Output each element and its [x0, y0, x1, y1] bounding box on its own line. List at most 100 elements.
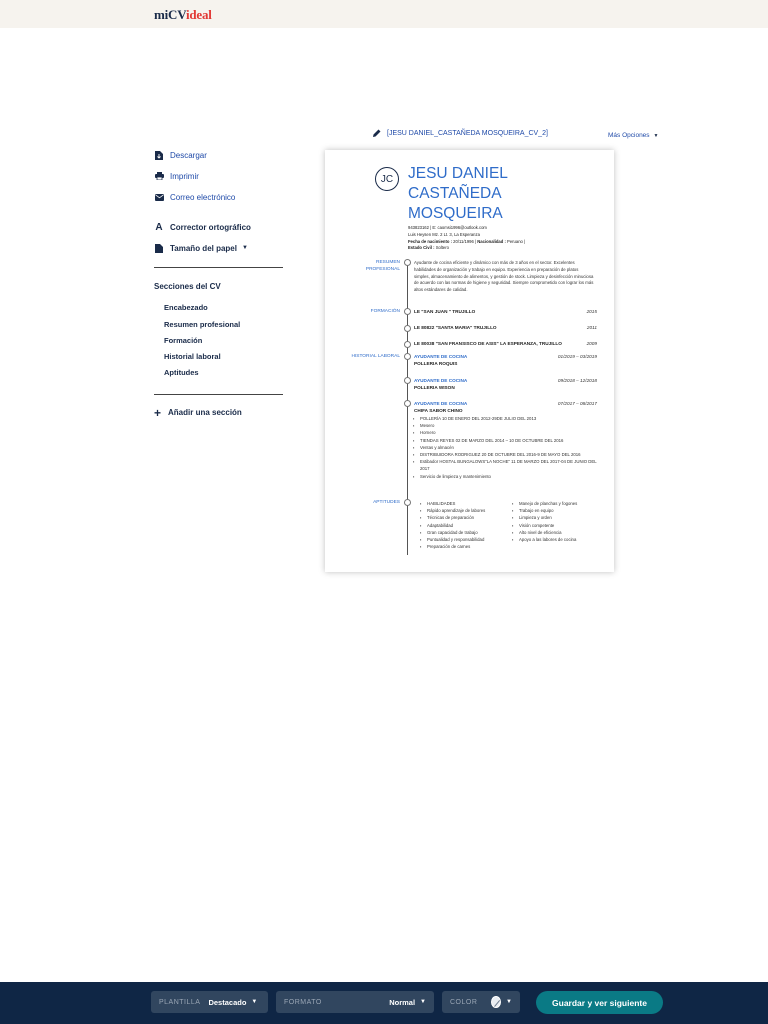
color-label: COLOR — [450, 998, 478, 1006]
timeline-dot — [404, 341, 411, 348]
job-dates: 01/2019 – 03/2019 — [557, 354, 597, 359]
chevron-down-icon: ▼ — [420, 999, 426, 1005]
print-label: Imprimir — [170, 171, 199, 181]
education-title: LE 80038 "SAN FRANSISCO DE ASIS" LA ESPE… — [414, 341, 562, 346]
color-select[interactable]: COLOR ▼ — [442, 991, 520, 1013]
plus-icon: + — [154, 405, 162, 420]
section-link-header[interactable]: Encabezado — [164, 303, 208, 312]
list-item: HABILIDADES — [427, 500, 517, 507]
list-item: Servicio de limpieza y mantenimiento — [420, 473, 598, 480]
timeline-dot — [404, 353, 411, 360]
chevron-down-icon: ▼ — [241, 245, 248, 251]
job-company: POLLERIA ROQUIS — [414, 361, 458, 366]
printer-icon — [154, 171, 164, 181]
template-select[interactable]: PLANTILLA Destacado ▼ — [151, 991, 268, 1013]
section-link-summary[interactable]: Resumen profesional — [164, 320, 240, 329]
cv-preview[interactable]: JC JESU DANIEL CASTAÑEDA MOSQUEIRA 94382… — [325, 150, 614, 572]
job-company: POLLERIA WISON — [414, 385, 455, 390]
pencil-icon — [373, 129, 381, 137]
job-dates: 09/2018 – 12/2018 — [557, 378, 597, 383]
cv-monogram: JC — [375, 167, 399, 191]
list-item: Limpieza y orden — [519, 514, 609, 521]
paper-size-label: Tamaño del papel — [170, 243, 237, 253]
list-item: Preparación de carnes — [427, 543, 517, 550]
format-label: FORMATO — [284, 998, 322, 1006]
add-section-button[interactable]: + Añadir una sección — [154, 405, 242, 420]
timeline-dot — [404, 325, 411, 332]
job-title: AYUDANTE DE COCINA — [414, 401, 468, 406]
cv-label-summary: RESUMEN PROFESIONAL — [365, 260, 400, 272]
list-item: Rápido aprendizaje de labores — [427, 507, 517, 514]
section-link-education[interactable]: Formación — [164, 336, 202, 345]
download-label: Descargar — [170, 150, 207, 160]
format-select[interactable]: FORMATO Normal ▼ — [276, 991, 434, 1013]
spellcheck-label: Corrector ortográfico — [170, 222, 251, 232]
timeline-dot — [404, 377, 411, 384]
list-item: Mesero — [420, 422, 598, 429]
education-title: LE "SAN JUAN " TRUJILLO — [414, 309, 476, 314]
cv-timeline — [407, 260, 408, 555]
list-item: Puntualidad y responsabilidad — [427, 536, 517, 543]
filename-text: [JESU DANIEL_CASTAÑEDA MOSQUEIRA_CV_2] — [387, 129, 548, 137]
sidebar-divider — [154, 267, 283, 268]
list-item: Gran capacidad de trabajo — [427, 529, 517, 536]
email-label: Correo electrónico — [170, 192, 236, 202]
spellcheck-button[interactable]: A Corrector ortográfico — [154, 221, 251, 233]
job-title: AYUDANTE DE COCINA — [414, 378, 468, 383]
chevron-down-icon: ▼ — [506, 999, 512, 1005]
spellcheck-icon: A — [155, 221, 163, 233]
download-file-icon — [154, 150, 164, 160]
job-dates: 07/2017 – 08/2017 — [557, 401, 597, 406]
list-item: Trabajo en equipo — [519, 507, 609, 514]
job-bullet-list: POLLERÍA 10 DE ENERO DEL 2012-29DE JULIO… — [420, 415, 598, 480]
template-label: PLANTILLA — [159, 998, 201, 1006]
job-company: CHIFA SABOR CHINO — [414, 408, 463, 413]
timeline-dot — [404, 400, 411, 407]
section-link-work-history[interactable]: Historial laboral — [164, 352, 221, 361]
add-section-label: Añadir una sección — [168, 408, 242, 417]
more-options-label: Más Opciones — [608, 132, 650, 139]
timeline-dot — [404, 499, 411, 506]
list-item: DISTRIBUIDORA RODRIGUEZ 20 DE OCTUBRE DE… — [420, 451, 598, 458]
envelope-icon — [154, 192, 164, 202]
list-item: Apoyo a las labores de cocina — [519, 536, 609, 543]
print-button[interactable]: Imprimir — [154, 171, 199, 181]
section-link-skills[interactable]: Aptitudes — [164, 368, 199, 377]
format-value: Normal — [389, 997, 416, 1007]
sidebar-divider — [154, 394, 283, 395]
list-item: Alto nivel de eficiencia — [519, 529, 609, 536]
education-year: 2011 — [586, 325, 597, 330]
skills-list-col2: Manejo de planchas y fogones Trabajo en … — [519, 500, 609, 543]
color-swatch-icon — [491, 996, 502, 1008]
download-button[interactable]: Descargar — [154, 150, 207, 160]
skills-list-col1: HABILIDADES Rápido aprendizaje de labore… — [427, 500, 517, 550]
top-header — [0, 0, 768, 28]
list-item: Adaptabilidad — [427, 522, 517, 529]
timeline-dot — [404, 259, 411, 266]
list-item: Manejo de planchas y fogones — [519, 500, 609, 507]
education-year: 2009 — [586, 341, 597, 346]
sections-title: Secciones del CV — [154, 282, 221, 291]
cv-label-work: HISTORIAL LABORAL — [351, 354, 400, 359]
cv-name: JESU DANIEL CASTAÑEDA MOSQUEIRA — [408, 165, 508, 222]
list-item: Visión competente — [519, 522, 609, 529]
save-and-continue-button[interactable]: Guardar y ver siguiente — [536, 991, 663, 1014]
education-title: LE 80822 "SANTA MARIA" TRUJILLO — [414, 325, 497, 330]
paper-size-dropdown[interactable]: Tamaño del papel ▼ — [154, 243, 248, 253]
list-item: Estibador HOSTAL BUNGALOWS"LA NOCHE" 11 … — [420, 458, 598, 472]
cv-contact: 943823162 | E: caomsi1996@outlook.com Lu… — [408, 225, 526, 251]
list-item: Ventas y almacén — [420, 444, 598, 451]
email-button[interactable]: Correo electrónico — [154, 192, 235, 202]
list-item: Hornero — [420, 429, 598, 436]
chevron-down-icon: ▼ — [251, 999, 258, 1005]
template-value: Destacado — [208, 997, 247, 1007]
document-filename[interactable]: [JESU DANIEL_CASTAÑEDA MOSQUEIRA_CV_2] — [373, 129, 548, 137]
list-item: TIENDAS REYES 02 DE MARZO DEL 2014 – 10 … — [420, 437, 598, 444]
education-year: 2015 — [586, 309, 597, 314]
brand-logo[interactable]: miCVideal — [154, 7, 212, 23]
chevron-down-icon: ▼ — [653, 133, 659, 139]
more-options-dropdown[interactable]: Más Opciones ▼ — [608, 132, 659, 139]
cv-label-education: FORMACIÓN — [370, 309, 400, 314]
list-item: POLLERÍA 10 DE ENERO DEL 2012-29DE JULIO… — [420, 415, 598, 422]
file-icon — [154, 243, 164, 253]
